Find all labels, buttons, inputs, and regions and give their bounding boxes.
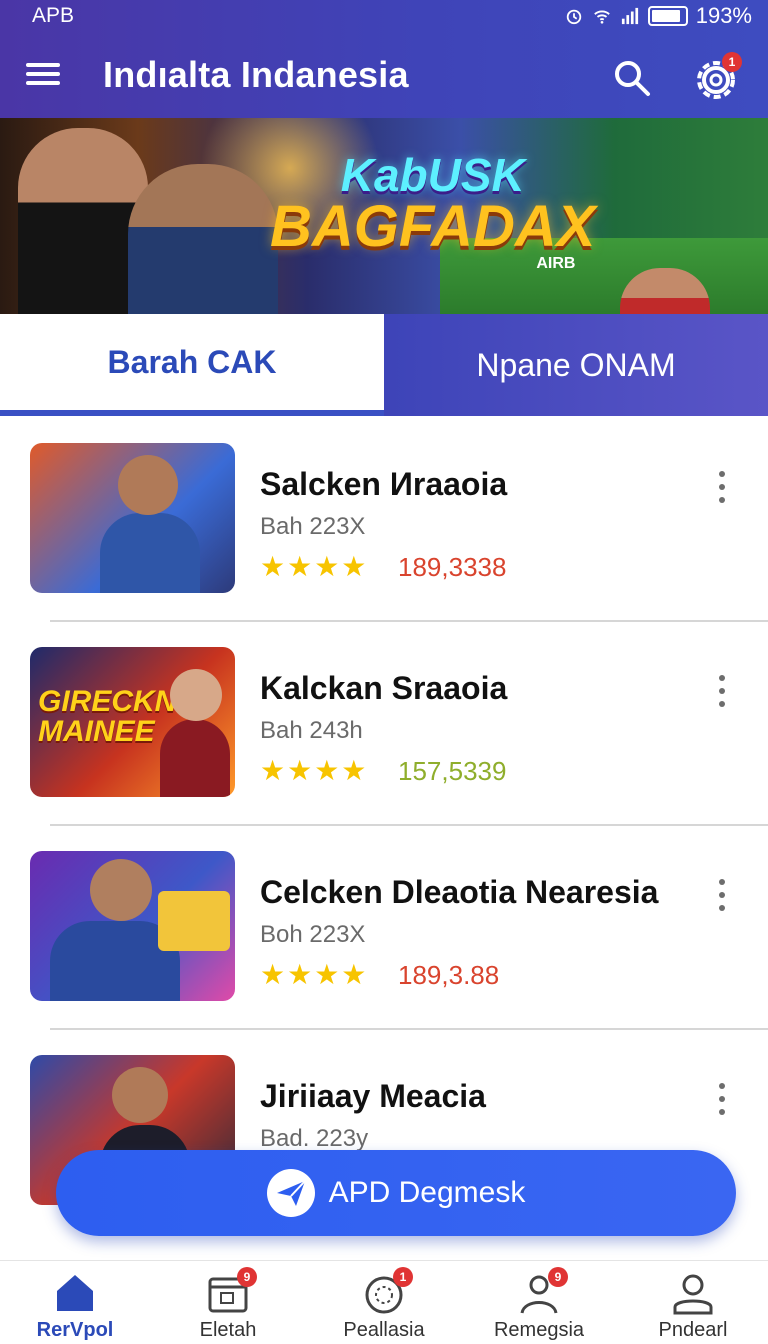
hamburger-line bbox=[26, 81, 60, 85]
home-icon bbox=[57, 1275, 93, 1311]
nav-label: Pndearl bbox=[658, 1319, 728, 1341]
thumb-logo: GIRECKN MAINEE bbox=[38, 685, 177, 748]
banner-logo: KabUSK BAGFADAX AIRB bbox=[270, 152, 595, 272]
list-item[interactable]: Salcken Иraaoia Bah 223X ★★★★ 189,3338 bbox=[0, 416, 768, 620]
target-icon-wrap: 1 bbox=[361, 1267, 413, 1315]
thumb-face bbox=[118, 455, 178, 515]
menu-button[interactable] bbox=[26, 58, 66, 94]
nav-badge: 9 bbox=[237, 1267, 257, 1287]
item-subtitle: Bad. 223y bbox=[260, 1125, 369, 1152]
settings-badge: 1 bbox=[722, 52, 742, 72]
nav-item-home[interactable]: RerVpol bbox=[0, 1261, 150, 1344]
top-bar: APB 193% Indıalta Indanesia 1 bbox=[0, 0, 768, 118]
wifi-icon bbox=[593, 10, 610, 24]
calendar-icon-wrap: 9 bbox=[205, 1267, 257, 1315]
tab-primary[interactable]: Barah CAK bbox=[0, 314, 384, 416]
signal-icon bbox=[621, 7, 638, 25]
app-bar: Indıalta Indanesia 1 bbox=[0, 42, 768, 112]
tab-secondary[interactable]: Npane ONAM bbox=[384, 314, 768, 416]
primary-action-label: APD Degmesk bbox=[328, 1176, 526, 1209]
more-options-icon[interactable] bbox=[712, 1079, 732, 1119]
hero-banner[interactable]: KabUSK BAGFADAX AIRB bbox=[0, 118, 768, 314]
nav-item-people[interactable]: 9 Remegsia bbox=[464, 1261, 614, 1344]
thumb-face bbox=[170, 669, 222, 721]
hamburger-icon bbox=[26, 63, 60, 67]
thumb-face bbox=[112, 1067, 168, 1123]
item-count: 189,3.88 bbox=[398, 960, 500, 990]
alarm-icon bbox=[566, 9, 581, 25]
more-options-icon[interactable] bbox=[712, 671, 732, 711]
list-item[interactable]: Celcken Dleaotia Nearesia Boh 223X ★★★★ … bbox=[0, 824, 768, 1028]
thumb-face bbox=[90, 859, 152, 921]
item-subtitle: Bah 223X bbox=[260, 513, 366, 540]
bottom-navigation: RerVpol 9 Eletah 1 Peallasia 9 Remegsia … bbox=[0, 1260, 768, 1344]
item-title: Jiriiaay Meacia bbox=[260, 1078, 486, 1114]
item-count: 189,3338 bbox=[398, 552, 507, 582]
thumb-figure bbox=[100, 513, 200, 593]
rating-stars: ★★★★ bbox=[260, 755, 369, 786]
battery-percent: 193% bbox=[695, 3, 752, 28]
search-icon[interactable] bbox=[612, 58, 652, 98]
rating-stars: ★★★★ bbox=[260, 551, 369, 582]
item-title: Celcken Dleaotia Nearesia bbox=[260, 874, 659, 910]
item-subtitle: Bah 243h bbox=[260, 717, 363, 744]
primary-action-button[interactable]: APD Degmesk bbox=[56, 1150, 736, 1236]
more-options-icon[interactable] bbox=[712, 875, 732, 915]
item-thumbnail bbox=[30, 443, 235, 593]
nav-label: RerVpol bbox=[36, 1319, 114, 1341]
item-title: Salcken Иraaoia bbox=[260, 466, 508, 502]
nav-item-target[interactable]: 1 Peallasia bbox=[309, 1261, 459, 1344]
nav-item-profile[interactable]: Pndearl bbox=[618, 1261, 768, 1344]
app-title: Indıalta Indanesia bbox=[103, 54, 409, 95]
nav-label: Remegsia bbox=[493, 1319, 585, 1341]
list-item[interactable]: GIRECKN MAINEE Kalckan Sraaoia Bah 243h ★… bbox=[0, 620, 768, 824]
nav-label: Peallasia bbox=[343, 1319, 425, 1341]
item-title: Kalckan Sraaoia bbox=[260, 670, 508, 706]
nav-item-calendar[interactable]: 9 Eletah bbox=[153, 1261, 303, 1344]
hamburger-line bbox=[26, 72, 60, 76]
item-count: 157,5339 bbox=[398, 756, 507, 786]
more-options-icon[interactable] bbox=[712, 467, 732, 507]
banner-logo-line1: KabUSK bbox=[340, 149, 525, 201]
nav-badge: 9 bbox=[548, 1267, 568, 1287]
settings-button[interactable]: 1 bbox=[690, 52, 742, 104]
nav-label: Eletah bbox=[199, 1319, 257, 1341]
status-bar: APB 193% bbox=[0, 0, 768, 30]
thumb-sign bbox=[158, 891, 230, 951]
banner-logo-line2: BAGFADAX bbox=[270, 194, 596, 259]
banner-person-center bbox=[128, 164, 278, 314]
rating-stars: ★★★★ bbox=[260, 959, 369, 990]
item-thumbnail: GIRECKN MAINEE bbox=[30, 647, 235, 797]
paper-plane-icon bbox=[266, 1169, 315, 1217]
thumb-figure bbox=[160, 719, 230, 797]
carrier-label: APB bbox=[32, 4, 75, 27]
people-icon-wrap: 9 bbox=[516, 1267, 568, 1315]
tab-bar: Barah CAK Npane ONAM bbox=[0, 314, 768, 416]
nav-badge: 1 bbox=[393, 1267, 413, 1287]
battery-icon bbox=[647, 6, 688, 26]
item-subtitle: Boh 223X bbox=[260, 921, 366, 948]
status-icons: 193% bbox=[564, 3, 752, 29]
item-thumbnail bbox=[30, 851, 235, 1001]
profile-icon bbox=[673, 1274, 713, 1315]
